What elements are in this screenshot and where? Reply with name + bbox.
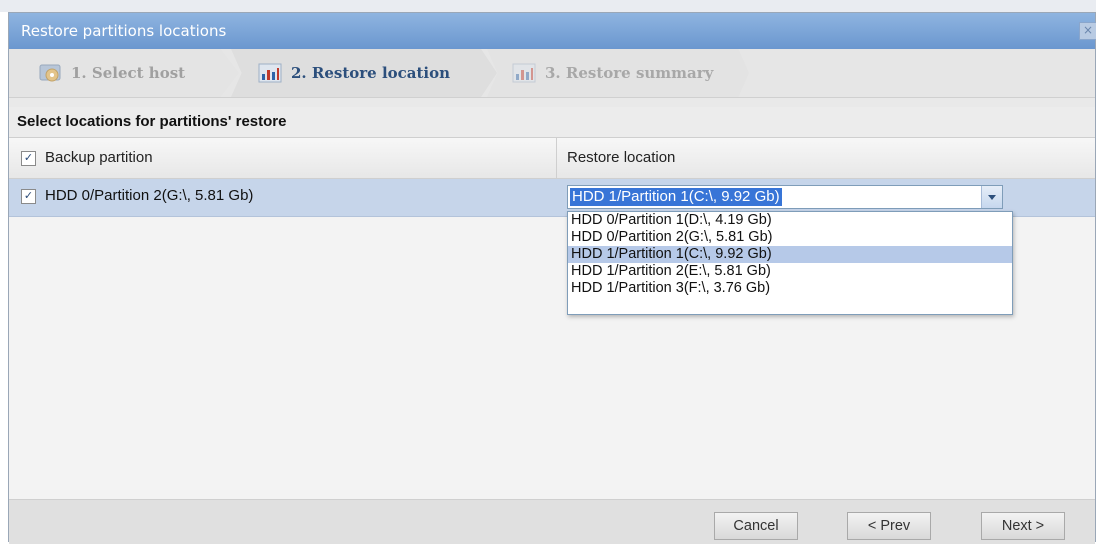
dropdown-option[interactable]: HDD 1/Partition 3(F:\, 3.76 Gb) — [568, 280, 1012, 297]
wizard-step-restore-summary[interactable]: 3. Restore summary — [511, 57, 713, 89]
wizard-step-label: 2. Restore location — [291, 64, 451, 82]
wizard-step-select-host[interactable]: 1. Select host — [37, 57, 185, 89]
next-button[interactable]: Next > — [981, 512, 1065, 540]
background-strip — [0, 0, 1096, 12]
restore-location-dropdown: HDD 0/Partition 1(D:\, 4.19 Gb) HDD 0/Pa… — [567, 211, 1013, 315]
wizard-step-label: 1. Select host — [71, 64, 186, 82]
left-edge-marker — [0, 93, 6, 107]
section-title: Select locations for partitions' restore — [9, 107, 1095, 137]
grid-header: ✓ Backup partition Restore location — [9, 138, 1095, 179]
title-bar: Restore partitions locations × — [9, 13, 1096, 49]
chevron-down-icon[interactable] — [981, 186, 1002, 208]
host-disk-icon — [37, 60, 63, 86]
wizard-step-restore-location[interactable]: 2. Restore location — [257, 57, 450, 89]
header-label: Backup partition — [45, 149, 153, 166]
header-checkbox[interactable]: ✓ — [21, 150, 36, 166]
close-icon[interactable]: × — [1079, 22, 1096, 40]
wizard-steps: 1. Select host 2. Restore location 3. Re… — [9, 49, 1095, 98]
partitions-grid: ✓ Backup partition Restore location ✓ HDD … — [9, 137, 1095, 500]
row-backup-partition: ✓ HDD 0/Partition 2(G:\, 5.81 Gb) — [21, 179, 253, 216]
footer-bar: Cancel < Prev Next > — [9, 499, 1095, 544]
dialog-window: Restore partitions locations × 1. Select… — [8, 12, 1096, 544]
window-title: Restore partitions locations — [21, 22, 227, 40]
wizard-step-label: 3. Restore summary — [545, 64, 714, 82]
header-backup-partition[interactable]: ✓ Backup partition — [21, 138, 153, 178]
dropdown-option[interactable]: HDD 1/Partition 2(E:\, 5.81 Gb) — [568, 263, 1012, 280]
header-restore-location[interactable]: Restore location — [567, 138, 675, 178]
dropdown-option[interactable]: HDD 0/Partition 2(G:\, 5.81 Gb) — [568, 229, 1012, 246]
dropdown-option[interactable]: HDD 0/Partition 1(D:\, 4.19 Gb) — [568, 212, 1012, 229]
row-checkbox[interactable]: ✓ — [21, 188, 36, 204]
restore-location-select[interactable]: HDD 1/Partition 1(C:\, 9.92 Gb) — [567, 185, 1003, 209]
prev-button[interactable]: < Prev — [847, 512, 931, 540]
chart-icon — [257, 60, 283, 86]
dropdown-option-selected[interactable]: HDD 1/Partition 1(C:\, 9.92 Gb) — [568, 246, 1012, 263]
chart-icon — [511, 60, 537, 86]
select-value: HDD 1/Partition 1(C:\, 9.92 Gb) — [570, 188, 782, 206]
row-backup-label: HDD 0/Partition 2(G:\, 5.81 Gb) — [45, 187, 254, 204]
cancel-button[interactable]: Cancel — [714, 512, 798, 540]
